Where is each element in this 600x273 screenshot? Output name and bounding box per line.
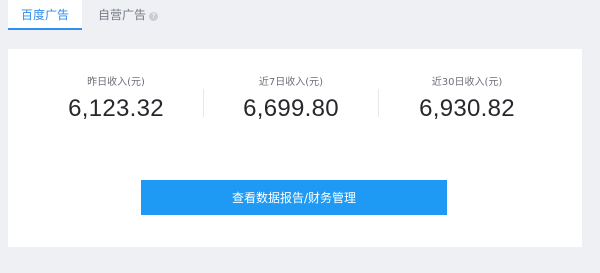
tab-self-ads[interactable]: 自营广告? [92,0,164,30]
stat-30-days: 近30日收入(元) 6,930.82 [372,76,562,123]
tab-baidu-ads-label: 百度广告 [20,8,69,22]
info-icon[interactable]: ? [149,12,158,21]
stat-yesterday-value: 6,123.32 [68,95,164,122]
stat-7-days-label: 近7日收入(元) [258,77,324,88]
stat-yesterday-label: 昨日收入(元) [87,77,145,88]
tab-self-ads-label: 自营广告 [97,8,146,22]
stat-30-days-label: 近30日收入(元) [431,77,503,88]
revenue-summary-card: 昨日收入(元) 6,123.32 近7日收入(元) 6,699.80 近30日收… [8,49,582,247]
stat-30-days-value: 6,930.82 [419,95,515,122]
view-report-button[interactable]: 查看数据报告/财务管理 [141,180,447,215]
stat-7-days-value: 6,699.80 [243,95,339,122]
stat-yesterday: 昨日收入(元) 6,123.32 [21,76,211,123]
stat-7-days: 近7日收入(元) 6,699.80 [196,76,386,123]
tab-baidu-ads[interactable]: 百度广告 [8,0,82,30]
ad-type-tabs: 百度广告 自营广告? [0,0,600,30]
